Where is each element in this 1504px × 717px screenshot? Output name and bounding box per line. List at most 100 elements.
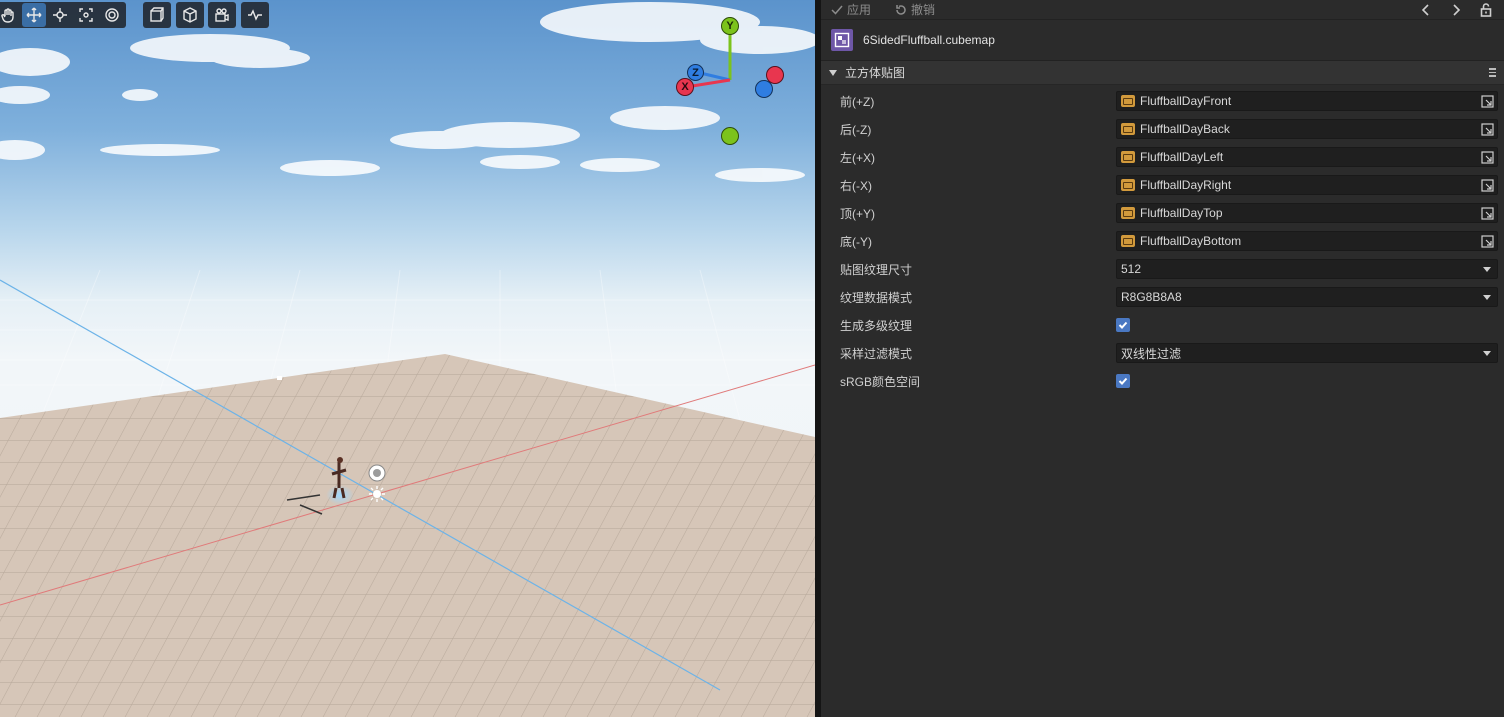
shading-toolbar (176, 2, 204, 28)
apply-button[interactable]: 应用 (831, 1, 871, 18)
stats-toolbar (241, 2, 269, 28)
asset-header: 6SidedFluffball.cubemap (821, 20, 1504, 61)
stats-toggle-button[interactable] (243, 3, 267, 27)
view-mode-toolbar (143, 2, 171, 28)
camera-toolbar (208, 2, 236, 28)
chevron-right-icon (1453, 3, 1461, 16)
face-row-bottom: 底(-Y) FluffballDayBottom (821, 227, 1504, 255)
face-asset-name: FluffballDayBack (1140, 122, 1230, 136)
scale-icon (79, 8, 93, 22)
mipmaps-label: 生成多级纹理 (840, 318, 913, 333)
perspective-toggle-button[interactable] (145, 3, 169, 27)
face-asset-name: FluffballDayRight (1140, 178, 1232, 192)
rect-tool-button[interactable] (100, 3, 124, 27)
face-asset-name: FluffballDayBottom (1140, 234, 1242, 248)
gizmo-neg-z-handle[interactable] (755, 80, 773, 98)
srgb-checkbox[interactable] (1116, 374, 1130, 388)
check-icon (831, 5, 843, 15)
check-icon (1118, 321, 1128, 329)
locate-asset-icon[interactable] (1481, 179, 1494, 192)
face-label: 前(+Z) (840, 94, 875, 109)
camera-icon (215, 8, 229, 22)
gizmo-z-label: Z (692, 66, 699, 79)
filter-mode-select[interactable]: 双线性过滤 (1116, 343, 1498, 363)
texture-icon (1121, 95, 1135, 107)
revert-button[interactable]: 撤销 (895, 1, 935, 18)
face-asset-name: FluffballDayTop (1140, 206, 1223, 220)
filter-mode-row: 采样过滤模式 双线性过滤 (821, 339, 1504, 367)
rotate-tool-button[interactable] (48, 3, 72, 27)
chevron-down-icon (1483, 351, 1491, 356)
apply-label: 应用 (847, 3, 872, 17)
forward-button[interactable] (1448, 2, 1464, 18)
data-format-label: 纹理数据模式 (840, 290, 913, 305)
texture-size-label: 贴图纹理尺寸 (840, 262, 913, 277)
section-title: 立方体贴图 (845, 66, 906, 80)
texture-icon (1121, 235, 1135, 247)
locate-asset-icon[interactable] (1481, 95, 1494, 108)
chevron-down-icon (1483, 267, 1491, 272)
texture-size-row: 贴图纹理尺寸 512 (821, 255, 1504, 283)
filter-mode-value: 双线性过滤 (1121, 346, 1182, 361)
menu-icon[interactable] (1489, 68, 1498, 77)
data-format-select[interactable]: R8G8B8A8 (1116, 287, 1498, 307)
camera-toggle-button[interactable] (210, 3, 234, 27)
target-icon (105, 8, 119, 22)
face-row-back: 后(-Z) FluffballDayBack (821, 115, 1504, 143)
face-asset-field[interactable]: FluffballDayFront (1116, 91, 1498, 111)
locate-asset-icon[interactable] (1481, 207, 1494, 220)
unlock-icon (1480, 2, 1492, 17)
scale-tool-button[interactable] (74, 3, 98, 27)
face-asset-field[interactable]: FluffballDayTop (1116, 203, 1498, 223)
face-label: 顶(+Y) (840, 206, 876, 221)
srgb-row: sRGB颜色空间 (821, 367, 1504, 395)
face-row-top: 顶(+Y) FluffballDayTop (821, 199, 1504, 227)
filter-mode-label: 采样过滤模式 (840, 346, 913, 361)
gizmo-neg-y-handle[interactable] (721, 127, 739, 145)
hand-tool-button[interactable] (0, 3, 20, 27)
inspector-panel: 应用 撤销 6SidedFluffball.cubemap 立方体贴图 前(+Z… (821, 0, 1504, 717)
locate-asset-icon[interactable] (1481, 123, 1494, 136)
texture-size-select[interactable]: 512 (1116, 259, 1498, 279)
face-asset-field[interactable]: FluffballDayBack (1116, 119, 1498, 139)
data-format-value: R8G8B8A8 (1121, 290, 1182, 304)
face-row-right: 右(-X) FluffballDayRight (821, 171, 1504, 199)
face-asset-name: FluffballDayFront (1140, 94, 1232, 108)
back-button[interactable] (1418, 2, 1434, 18)
chevron-left-icon (1421, 3, 1429, 16)
face-asset-field[interactable]: FluffballDayBottom (1116, 231, 1498, 251)
locate-asset-icon[interactable] (1481, 151, 1494, 164)
check-icon (1118, 377, 1128, 385)
scene-viewport[interactable]: Y Z X (0, 0, 815, 717)
face-label: 右(-X) (840, 178, 872, 193)
cube-icon (183, 7, 197, 23)
srgb-label: sRGB颜色空间 (840, 374, 921, 389)
shaded-toggle-button[interactable] (178, 3, 202, 27)
gizmo-y-label: Y (726, 20, 734, 32)
property-list: 前(+Z) FluffballDayFront 后(-Z) FluffballD… (821, 85, 1504, 395)
texture-size-value: 512 (1121, 262, 1142, 276)
texture-icon (1121, 123, 1135, 135)
mipmaps-row: 生成多级纹理 (821, 311, 1504, 339)
cubemap-section-header[interactable]: 立方体贴图 (821, 61, 1504, 85)
face-asset-field[interactable]: FluffballDayRight (1116, 175, 1498, 195)
chevron-down-icon (1483, 295, 1491, 300)
undo-icon (896, 4, 906, 15)
move-tool-button[interactable] (22, 3, 46, 27)
face-row-left: 左(+X) FluffballDayLeft (821, 143, 1504, 171)
face-label: 后(-Z) (840, 122, 872, 137)
data-format-row: 纹理数据模式 R8G8B8A8 (821, 283, 1504, 311)
hand-icon (1, 8, 14, 23)
face-label: 底(-Y) (840, 234, 872, 249)
face-row-front: 前(+Z) FluffballDayFront (821, 87, 1504, 115)
asset-name: 6SidedFluffball.cubemap (863, 33, 995, 47)
locate-asset-icon[interactable] (1481, 235, 1494, 248)
lock-button[interactable] (1478, 2, 1494, 18)
rotate-icon (53, 8, 67, 22)
mipmaps-checkbox[interactable] (1116, 318, 1130, 332)
gizmo-y-handle[interactable]: Y (721, 17, 739, 35)
cubemap-asset-icon (831, 29, 853, 51)
move-icon (26, 7, 42, 23)
face-asset-field[interactable]: FluffballDayLeft (1116, 147, 1498, 167)
gizmo-x-handle[interactable]: X (676, 78, 694, 96)
